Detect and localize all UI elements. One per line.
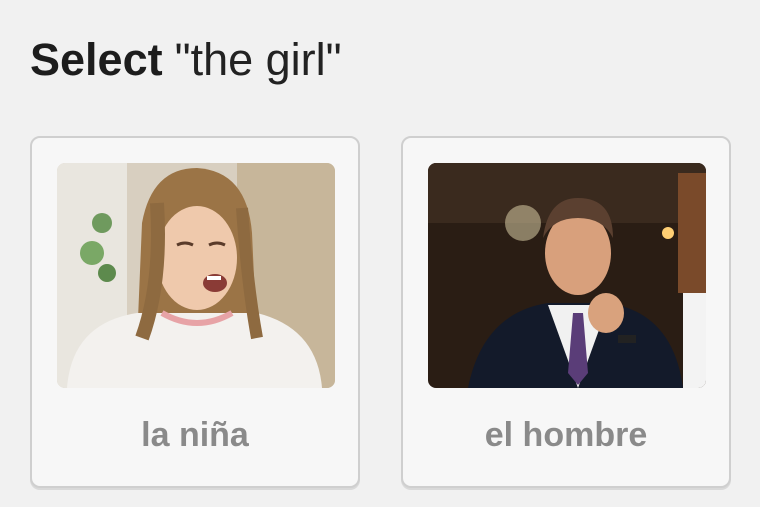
prompt-phrase: "the girl" bbox=[174, 34, 342, 85]
man-photo bbox=[428, 163, 706, 388]
option-card-el-hombre[interactable]: el hombre bbox=[401, 136, 731, 488]
option-card-la-nina[interactable]: la niña bbox=[30, 136, 360, 488]
prompt-verb: Select bbox=[30, 34, 163, 85]
girl-photo bbox=[57, 163, 335, 388]
option-label: la niña bbox=[141, 416, 249, 454]
option-label: el hombre bbox=[484, 416, 648, 454]
question-prompt: Select "the girl" bbox=[30, 32, 342, 88]
